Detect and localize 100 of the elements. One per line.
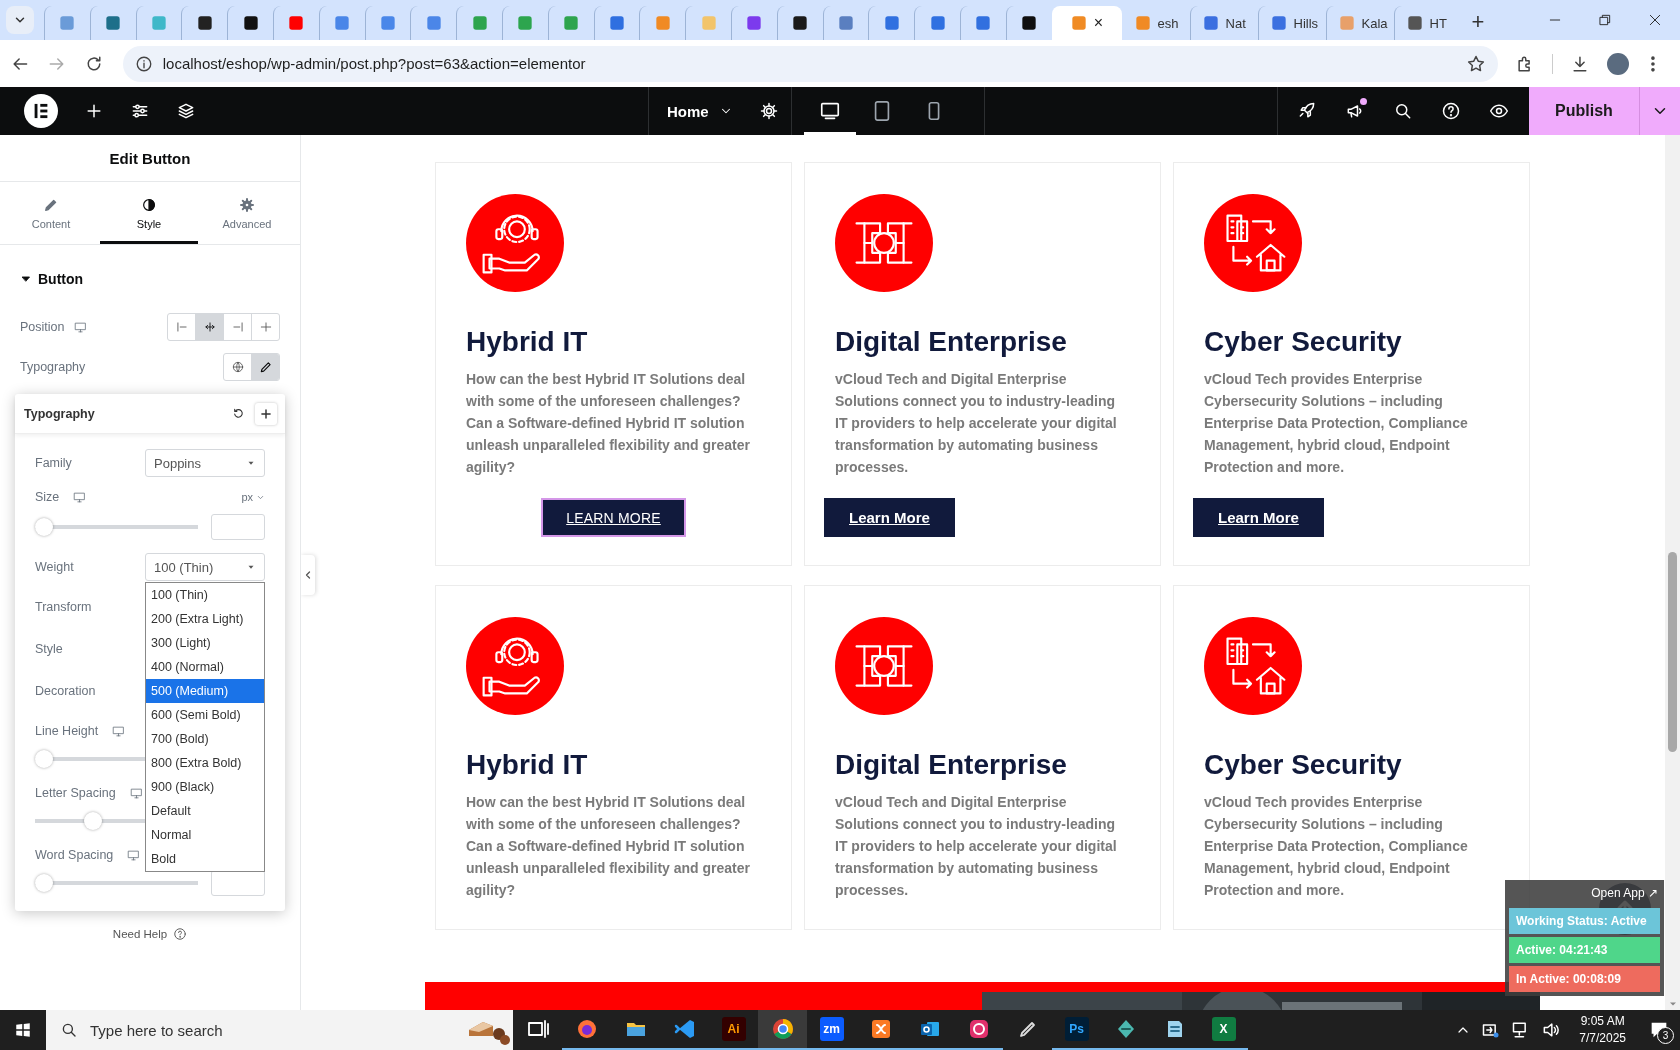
- field-label: Decoration: [35, 684, 96, 698]
- dropdown-option[interactable]: 500 (Medium): [146, 679, 264, 703]
- dropdown-option[interactable]: 400 (Normal): [146, 655, 264, 679]
- joined-hands-icon: [835, 617, 933, 715]
- slider-thumb[interactable]: [35, 874, 53, 892]
- dropdown-option[interactable]: 200 (Extra Light): [146, 607, 264, 631]
- contrast-icon: [141, 196, 157, 213]
- app-logo: X: [1211, 1017, 1236, 1041]
- info-icon: [134, 54, 153, 73]
- panel-title: Edit Button: [109, 149, 191, 167]
- dropdown-option[interactable]: 600 (Semi Bold): [146, 703, 264, 727]
- close-tab-button[interactable]: ×: [1093, 14, 1104, 32]
- dropdown-option[interactable]: Normal: [146, 823, 264, 847]
- font-family-select[interactable]: Poppins: [145, 449, 265, 477]
- field-label: Typography: [20, 360, 86, 374]
- globe-icon: [230, 360, 245, 374]
- status-row: Working Status: Active: [1509, 908, 1660, 934]
- dropdown-option[interactable]: 900 (Black): [146, 775, 264, 799]
- section-header[interactable]: Button: [0, 245, 300, 307]
- publish-button[interactable]: Publish: [1529, 87, 1639, 135]
- slider-thumb[interactable]: [35, 518, 53, 536]
- round-browser-icon: [770, 1017, 795, 1041]
- code-editor-icon: [672, 1017, 697, 1041]
- url-text: localhost/eshop/wp-admin/post.php?post=63&action=elementor: [162, 55, 587, 72]
- font-weight-select[interactable]: 100 (Thin): [145, 553, 265, 581]
- search-icon[interactable]: [1393, 101, 1413, 121]
- building-house-icon: [1204, 194, 1302, 292]
- joined-hands-icon: [835, 194, 933, 292]
- gear-icon: [239, 196, 255, 213]
- new-tab-button[interactable]: +: [1471, 9, 1485, 35]
- app-logo: Ai: [721, 1017, 746, 1041]
- help-icon: [173, 927, 188, 941]
- dropdown-option[interactable]: 100 (Thin): [146, 583, 264, 607]
- taskbar-app[interactable]: [758, 1010, 807, 1050]
- search-icon: [60, 1021, 78, 1039]
- field-label: Size: [35, 490, 60, 504]
- dropdown-option[interactable]: Bold: [146, 847, 264, 871]
- status-row: Active: 04:21:43: [1509, 937, 1660, 963]
- reset-icon: [231, 407, 245, 420]
- field-label: Line Height: [35, 724, 99, 738]
- app-logo: zm: [819, 1017, 844, 1041]
- dropdown-option[interactable]: 700 (Bold): [146, 727, 264, 751]
- preview-eye-icon[interactable]: [1489, 101, 1509, 121]
- taskbar-search-field[interactable]: Type here to search: [46, 1010, 513, 1050]
- search-placeholder: Type here to search: [90, 1021, 224, 1039]
- learn-more-button[interactable]: Learn More: [824, 498, 955, 537]
- close-icon[interactable]: [1647, 12, 1663, 28]
- section-title: Button: [38, 271, 84, 287]
- monitor-icon: [127, 848, 141, 862]
- learn-more-button[interactable]: Learn More: [1193, 498, 1324, 537]
- dropdown-option[interactable]: 300 (Light): [146, 631, 264, 655]
- status-row: In Active: 00:08:09: [1509, 966, 1660, 992]
- help-icon[interactable]: [1441, 101, 1461, 121]
- card-text: vCloud Tech and Digital Enterprise Solutions connect you to industry-leading IT providers to help accelerate your digital transformation by automating business processes.: [835, 370, 1118, 477]
- restore-icon[interactable]: [1597, 12, 1613, 28]
- panel-tab[interactable]: Style: [100, 182, 198, 244]
- browser-tab[interactable]: esh: [1121, 6, 1190, 40]
- clock-time[interactable]: 9:05 AM: [1580, 1013, 1625, 1030]
- gear-hand-icon: [466, 617, 564, 715]
- gear-hand-icon: [466, 194, 564, 292]
- app-logo: Ps: [1064, 1017, 1089, 1041]
- logo-icon[interactable]: [24, 94, 58, 128]
- avatar[interactable]: [1607, 52, 1630, 75]
- end-align-icon: [230, 320, 245, 334]
- taskbar-app[interactable]: Ps: [1052, 1010, 1101, 1050]
- building-house-icon: [1204, 617, 1302, 715]
- desktop-icon: [819, 100, 841, 122]
- taskbar-app[interactable]: zm: [807, 1010, 856, 1050]
- clock-date[interactable]: 7/7/2025: [1579, 1030, 1626, 1047]
- star-icon[interactable]: [1466, 53, 1487, 74]
- panel-tab[interactable]: Content: [2, 182, 100, 244]
- learn-more-button[interactable]: LEARN MORE: [541, 498, 686, 537]
- pencil-icon: [258, 360, 273, 374]
- field-label: Position: [20, 320, 65, 334]
- slider-thumb[interactable]: [84, 812, 103, 830]
- sliders-icon[interactable]: [130, 101, 150, 121]
- card-text: How can the best Hybrid IT Solutions deal with some of the unforeseen challenges? Can a Software-defined Hybrid IT solution unleash unparalleled flexibility and greater agility?: [466, 370, 751, 477]
- scrollbar-thumb[interactable]: [1668, 552, 1677, 752]
- number-input[interactable]: [211, 514, 265, 540]
- panel-tab[interactable]: Advanced: [198, 182, 296, 244]
- unit-selector[interactable]: px: [241, 491, 265, 503]
- dropdown-option[interactable]: 800 (Extra Bold): [146, 751, 264, 775]
- taskbar-app[interactable]: X: [1199, 1010, 1248, 1050]
- position-button[interactable]: [195, 314, 223, 340]
- help-link[interactable]: Need Help: [112, 928, 168, 940]
- browser-tab[interactable]: ×: [1051, 6, 1122, 40]
- settings-icon[interactable]: [758, 101, 779, 121]
- open-app-link[interactable]: Open App ↗: [1511, 886, 1658, 900]
- layers-icon[interactable]: [176, 101, 196, 121]
- windows-logo-icon[interactable]: [14, 1021, 32, 1039]
- card-title: Cyber Security: [1204, 325, 1403, 359]
- page-selector[interactable]: Home: [667, 102, 733, 120]
- plus-icon: [259, 406, 273, 421]
- slider-thumb[interactable]: [35, 750, 53, 768]
- edit-typography-button[interactable]: [251, 354, 279, 380]
- collapse-handle[interactable]: [301, 555, 315, 595]
- address-bar[interactable]: localhost/eshop/wp-admin/post.php?post=63&action=elementor: [122, 45, 1499, 82]
- dropdown-option[interactable]: Default: [146, 799, 264, 823]
- field-label: Style: [35, 642, 63, 656]
- field-label: Family: [35, 456, 72, 470]
